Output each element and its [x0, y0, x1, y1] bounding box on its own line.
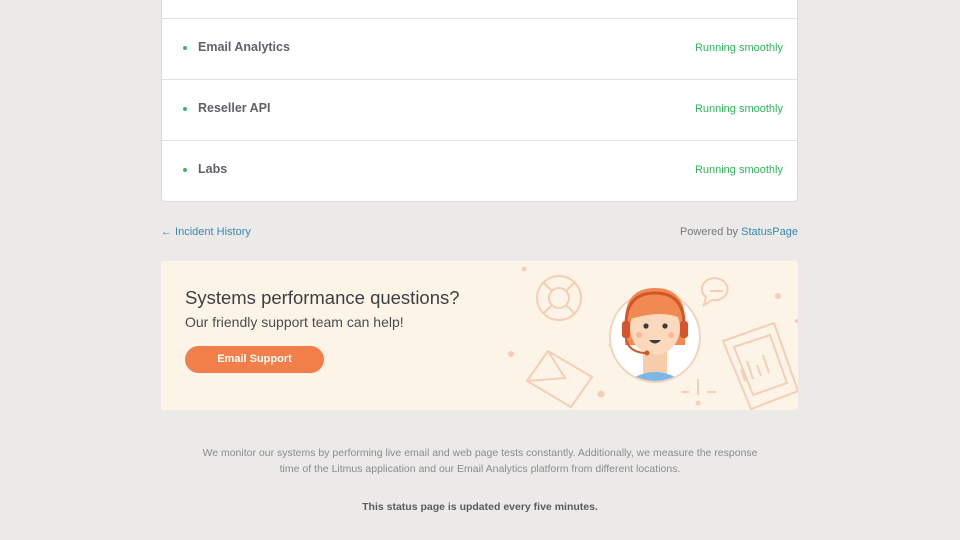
status-dot — [183, 168, 187, 172]
update-frequency-note: This status page is updated every five m… — [362, 501, 598, 513]
component-row: Labs Running smoothly — [162, 140, 797, 200]
exclamation-icon — [681, 379, 716, 406]
incident-history-link[interactable]: ← Incident History — [161, 226, 251, 238]
component-status: Running smoothly — [694, 103, 783, 115]
footer-links: ← Incident History Powered by StatusPage — [161, 226, 798, 242]
status-dot — [183, 46, 187, 50]
support-illustration — [508, 266, 798, 410]
component-name: Labs — [198, 162, 228, 176]
monitoring-info: We monitor our systems by performing liv… — [202, 447, 758, 475]
chart-document-icon — [721, 321, 798, 410]
support-banner: Systems performance questions? Our frien… — [161, 261, 798, 410]
powered-by: Powered by StatusPage — [680, 226, 798, 238]
support-subtitle: Our friendly support team can help! — [185, 314, 404, 330]
support-agent-avatar — [609, 288, 701, 383]
powered-by-prefix: Powered by — [679, 226, 742, 238]
support-title: Systems performance questions? — [185, 287, 460, 308]
component-row: Email Analytics Running smoothly — [162, 18, 797, 78]
component-row: Reseller API Running smoothly — [162, 79, 797, 139]
envelope-icon — [525, 349, 594, 409]
email-support-button[interactable]: Email Support — [185, 346, 324, 373]
component-name: Email Analytics — [198, 40, 290, 54]
components-list: Email Analytics Running smoothly Reselle… — [161, 0, 798, 202]
speech-bubble-icon — [700, 277, 729, 308]
status-dot — [183, 107, 187, 111]
component-status: Running smoothly — [694, 164, 783, 176]
component-status: Running smoothly — [694, 42, 783, 54]
component-name: Reseller API — [198, 101, 271, 115]
statuspage-link[interactable]: StatusPage — [741, 226, 798, 238]
lifebuoy-icon — [536, 275, 582, 321]
